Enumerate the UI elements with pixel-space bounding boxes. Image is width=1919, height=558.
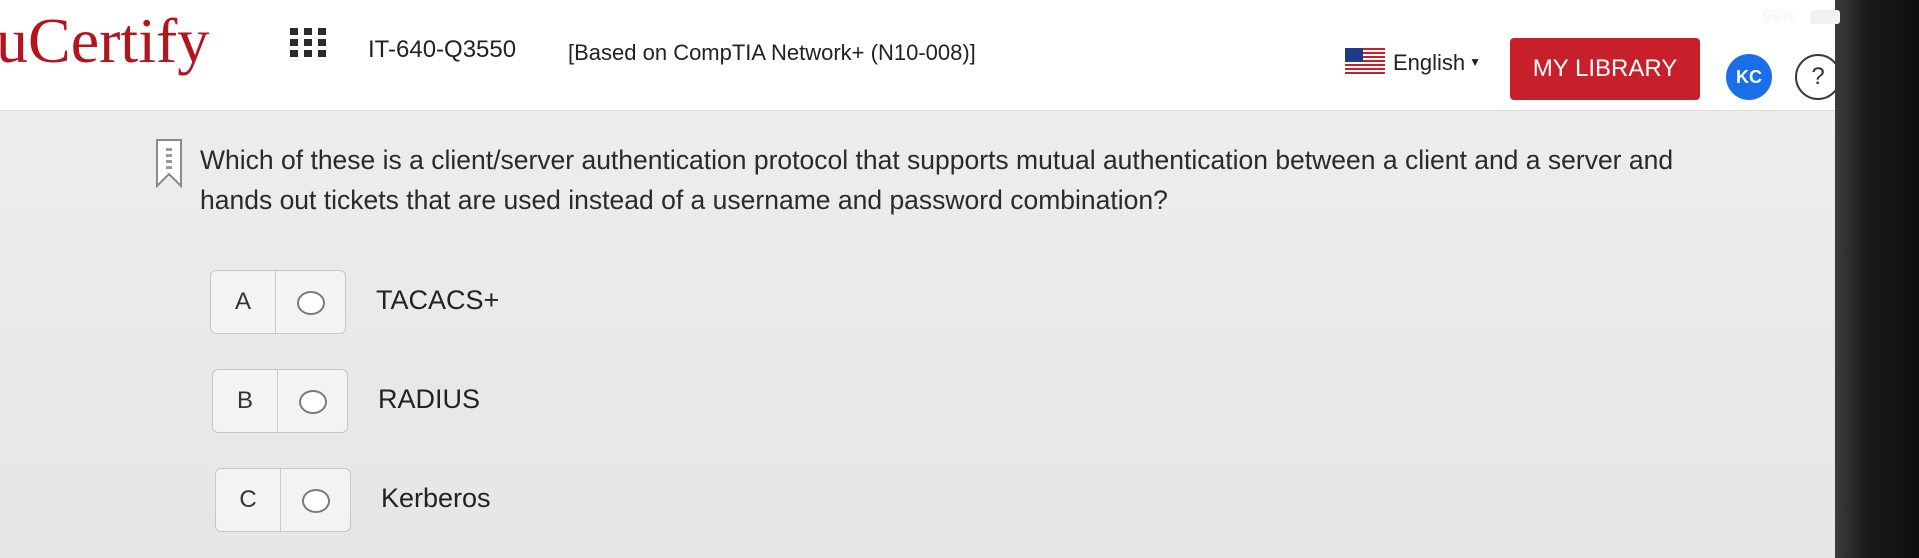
radio-button[interactable] xyxy=(297,291,325,315)
help-button[interactable]: ? xyxy=(1795,54,1835,100)
option-label: Kerberos xyxy=(381,483,491,513)
option-box: C xyxy=(215,468,351,532)
option-label: RADIUS xyxy=(378,384,481,414)
option-label: TACACS+ xyxy=(376,285,500,315)
option-c[interactable]: C Kerberos xyxy=(215,468,615,532)
option-letter: A xyxy=(211,271,276,333)
ucertify-logo[interactable]: uCertify xyxy=(0,4,209,78)
option-letter: B xyxy=(213,370,278,432)
language-label: English xyxy=(1393,50,1466,75)
us-flag-icon xyxy=(1345,48,1385,74)
option-b[interactable]: B RADIUS xyxy=(212,369,612,433)
device-bezel xyxy=(1835,0,1919,558)
language-select[interactable]: English ▼ xyxy=(1393,50,1481,76)
option-box: B xyxy=(212,369,348,433)
option-box: A xyxy=(210,270,346,334)
user-avatar[interactable]: KC xyxy=(1726,54,1772,100)
app-screen: uCertify IT-640-Q3550 [Based on CompTIA … xyxy=(0,0,1835,558)
radio-button[interactable] xyxy=(299,390,327,414)
option-a[interactable]: A TACACS+ xyxy=(210,270,610,334)
radio-button[interactable] xyxy=(302,489,330,513)
apps-grid-icon[interactable] xyxy=(290,28,326,58)
course-code: IT-640-Q3550 xyxy=(368,36,517,63)
question-text: Which of these is a client/server authen… xyxy=(200,145,1674,215)
bookmark-icon[interactable] xyxy=(155,138,183,188)
course-name: [Based on CompTIA Network+ (N10-008)] xyxy=(568,40,976,65)
caret-down-icon: ▼ xyxy=(1469,55,1482,69)
option-letter: C xyxy=(216,469,281,531)
my-library-button[interactable]: MY LIBRARY xyxy=(1510,38,1700,100)
top-header: uCertify IT-640-Q3550 [Based on CompTIA … xyxy=(0,0,1835,111)
